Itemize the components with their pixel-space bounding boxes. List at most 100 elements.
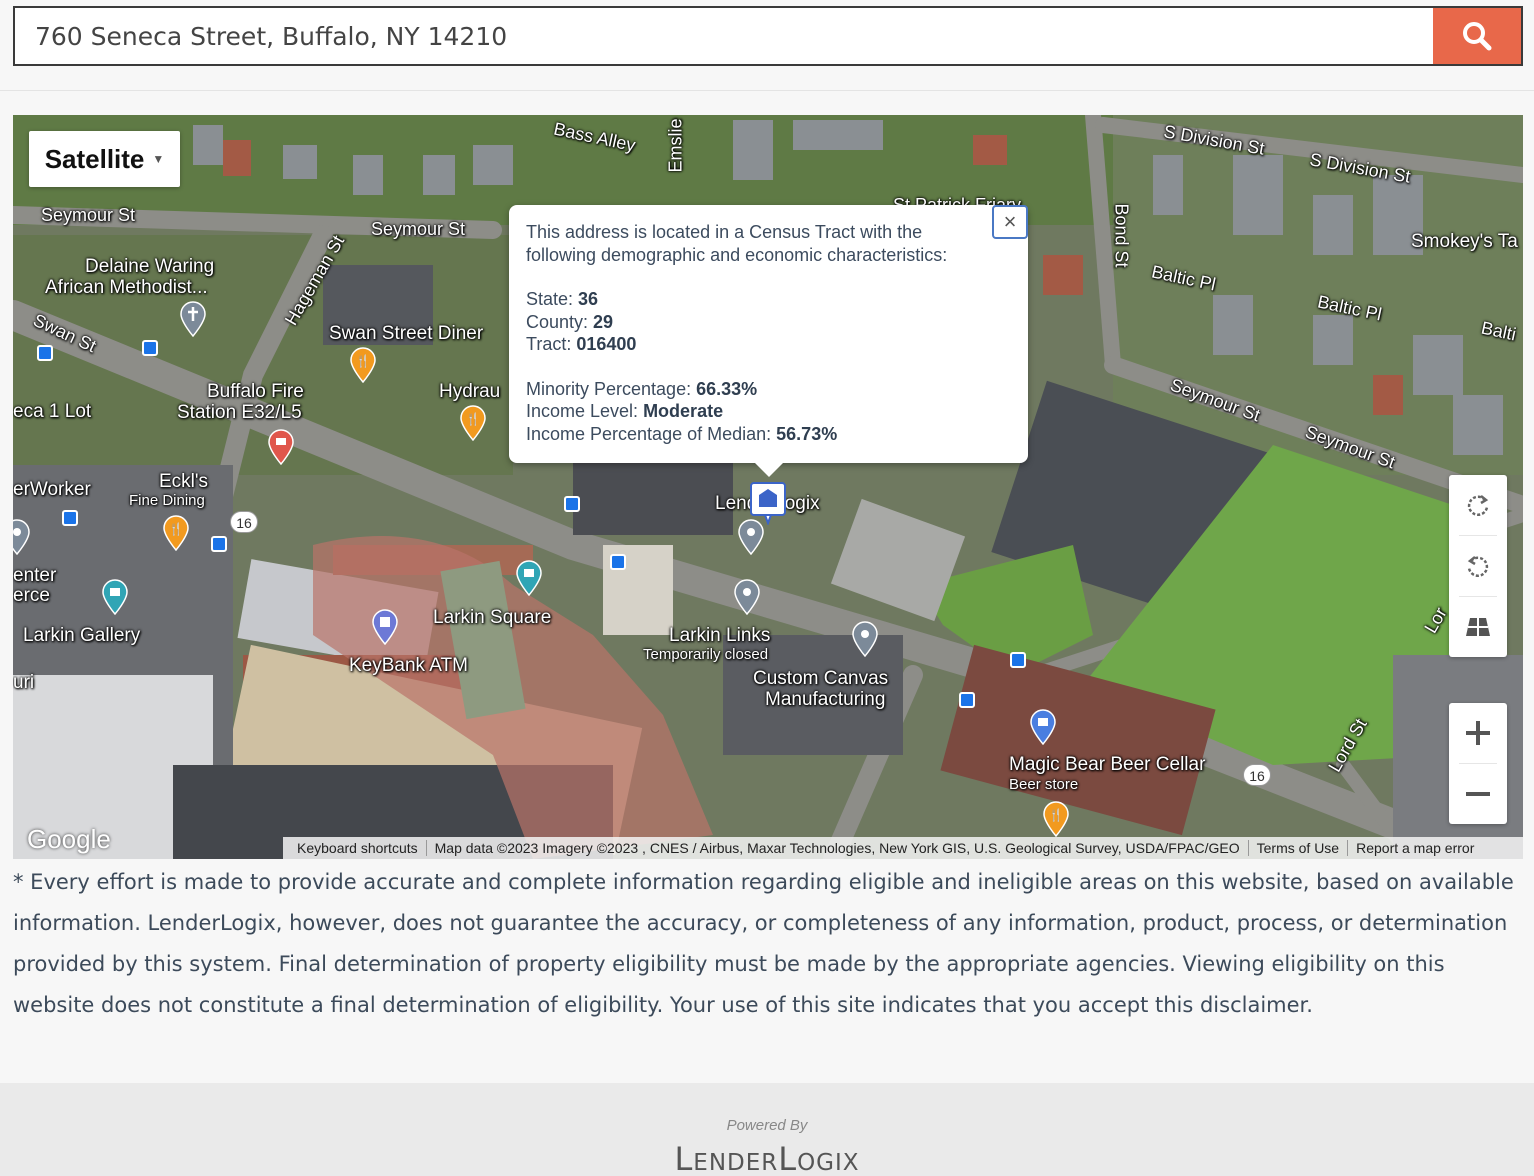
- bus-stop-icon[interactable]: [211, 536, 227, 552]
- map-type-label: Satellite: [44, 143, 145, 174]
- map-attribution-bar: Keyboard shortcuts Map data ©2023 Imager…: [283, 837, 1523, 859]
- search-button[interactable]: [1433, 8, 1521, 64]
- map-label: African Methodist...: [45, 277, 208, 298]
- address-marker-icon[interactable]: [749, 481, 787, 525]
- zoom-out-icon: [1466, 792, 1490, 796]
- bus-stop-icon[interactable]: [1010, 652, 1026, 668]
- header-divider: [0, 90, 1534, 91]
- keyboard-shortcuts-link[interactable]: Keyboard shortcuts: [289, 840, 427, 856]
- minority-value: 66.33%: [696, 378, 758, 399]
- map-label: uri: [13, 672, 35, 693]
- state-label: State:: [526, 289, 579, 309]
- zoom-controls: [1449, 703, 1507, 824]
- tilt-button[interactable]: [1449, 597, 1507, 657]
- restaurant-pin-icon[interactable]: 🍴: [459, 405, 487, 441]
- map-label: Emslie: [665, 118, 686, 173]
- route-shield: 16: [1243, 764, 1271, 786]
- map-label: Hydrau: [439, 381, 501, 402]
- zoom-out-button[interactable]: [1449, 764, 1507, 824]
- map-label: KeyBank ATM: [349, 655, 468, 676]
- park-pin-icon[interactable]: [515, 560, 543, 596]
- logo-ogix: OGIX: [797, 1150, 860, 1176]
- logo-l2: L: [778, 1140, 798, 1176]
- bus-stop-icon[interactable]: [62, 510, 78, 526]
- rotate-cw-icon: [1467, 495, 1489, 516]
- minority-label: Minority Percentage:: [526, 378, 697, 399]
- restaurant-pin-icon[interactable]: 🍴: [349, 347, 377, 383]
- map-label: Swan Street Diner: [329, 323, 484, 344]
- church-pin-icon[interactable]: [179, 301, 207, 337]
- close-icon: ×: [1003, 208, 1017, 234]
- rotate-clockwise-button[interactable]: [1449, 475, 1507, 535]
- map-label: erWorker: [13, 479, 91, 500]
- svg-text:🍴: 🍴: [1049, 808, 1064, 822]
- restaurant-pin-icon[interactable]: 🍴: [1042, 801, 1070, 837]
- svg-text:🍴: 🍴: [466, 412, 481, 426]
- map-label: Seymour St: [371, 219, 466, 239]
- bus-stop-icon[interactable]: [959, 692, 975, 708]
- map-label: Custom Canvas: [753, 668, 889, 689]
- map-label: Larkin Links: [669, 625, 771, 646]
- infowindow-close-button[interactable]: ×: [992, 205, 1028, 239]
- map-view[interactable]: Satellite ▼ Bass Alley Emslie S Division…: [13, 115, 1523, 859]
- bus-stop-icon[interactable]: [142, 340, 158, 356]
- google-logo: Google: [27, 824, 111, 854]
- restaurant-pin-icon[interactable]: 🍴: [162, 515, 190, 551]
- census-tract-infowindow: × This address is located in a Census Tr…: [509, 205, 1028, 477]
- minority-row: Minority Percentage: 66.33%: [526, 378, 1011, 401]
- county-row: County: 29: [526, 311, 1011, 334]
- museum-pin-icon[interactable]: [101, 579, 129, 615]
- tract-label: Tract:: [526, 334, 577, 354]
- address-search-input[interactable]: [15, 8, 1433, 64]
- state-row: State: 36: [526, 288, 1011, 311]
- terms-of-use-link[interactable]: Terms of Use: [1249, 840, 1349, 856]
- bus-stop-icon[interactable]: [37, 345, 53, 361]
- income-level-row: Income Level: Moderate: [526, 400, 1011, 423]
- map-label: Beer store: [1009, 776, 1079, 793]
- county-label: County:: [526, 311, 594, 332]
- tract-row: Tract: 016400: [526, 333, 1011, 356]
- zoom-in-icon: [1466, 721, 1490, 745]
- bus-stop-icon[interactable]: [610, 554, 626, 570]
- map-label: Larkin Square: [433, 607, 552, 628]
- shopping-pin-icon[interactable]: [1029, 709, 1057, 745]
- map-label: eca 1 Lot: [13, 401, 92, 422]
- state-value: 36: [578, 289, 599, 309]
- logo-ender: ENDER: [693, 1150, 779, 1176]
- svg-text:🍴: 🍴: [169, 522, 184, 536]
- zoom-in-button[interactable]: [1449, 703, 1507, 763]
- chevron-down-icon: ▼: [152, 152, 165, 166]
- location-pin-icon[interactable]: [851, 621, 879, 657]
- map-label: Larkin Gallery: [23, 625, 141, 646]
- infowindow-tail: [755, 463, 783, 477]
- income-pct-value: 56.73%: [776, 423, 838, 444]
- map-data-attribution: Map data ©2023 Imagery ©2023 , CNES / Ai…: [427, 840, 1249, 856]
- rotate-counterclockwise-button[interactable]: [1449, 536, 1507, 596]
- location-pin-icon[interactable]: [13, 519, 31, 555]
- map-label: enter: [13, 565, 57, 586]
- powered-by-label: Powered By: [726, 1117, 808, 1134]
- map-label: Fine Dining: [129, 492, 205, 509]
- report-map-error-link[interactable]: Report a map error: [1348, 840, 1482, 856]
- map-label: Bond St: [1111, 203, 1132, 268]
- address-search-bar: [13, 6, 1523, 66]
- golf-pin-icon[interactable]: [733, 579, 761, 615]
- fire-station-pin-icon[interactable]: [267, 429, 295, 465]
- rotate-ccw-icon: [1467, 556, 1489, 577]
- lenderlogix-logo[interactable]: LENDERLOGIX: [0, 1140, 1534, 1176]
- map-label: erce: [13, 585, 50, 606]
- logo-l: L: [674, 1140, 694, 1176]
- search-icon: [1463, 22, 1492, 51]
- map-type-dropdown[interactable]: Satellite ▼: [29, 131, 180, 187]
- county-value: 29: [593, 311, 614, 332]
- income-pct-label: Income Percentage of Median:: [526, 423, 777, 444]
- infowindow-intro-line2: following demographic and economic chara…: [526, 244, 948, 265]
- svg-text:🍴: 🍴: [356, 354, 371, 368]
- bus-stop-icon[interactable]: [564, 496, 580, 512]
- route-shield: 16: [230, 511, 258, 533]
- map-label: Magic Bear Beer Cellar: [1009, 754, 1206, 775]
- map-label: Delaine Waring: [85, 256, 215, 277]
- income-level-label: Income Level:: [526, 401, 644, 421]
- income-level-value: Moderate: [643, 401, 724, 421]
- atm-pin-icon[interactable]: [371, 609, 399, 645]
